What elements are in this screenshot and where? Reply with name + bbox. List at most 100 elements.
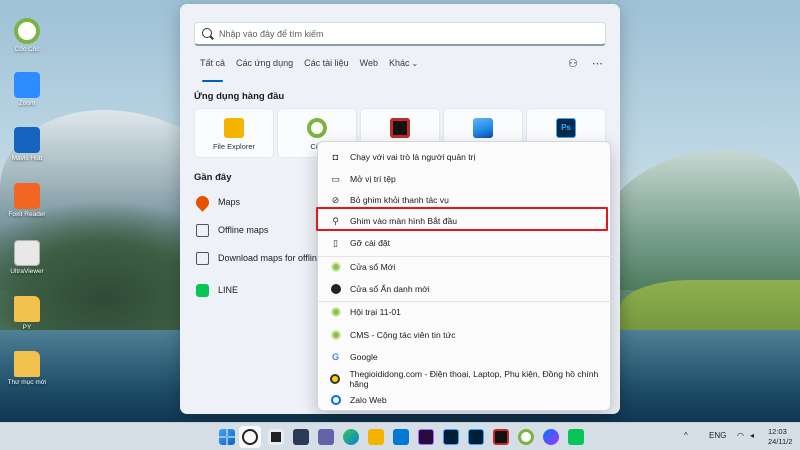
menu-item-run-as-admin[interactable]: ◘ Chạy với vai trò là người quản trị [324,147,606,167]
menu-item-hoi-trai[interactable]: Hội trại 11-01 [324,302,606,322]
recent-item-offline-maps[interactable]: Offline maps [196,218,268,242]
tile-label: File Explorer [212,142,256,151]
tab-web[interactable]: Web [360,58,378,78]
menu-item-zalo-web[interactable]: Zalo Web [324,390,606,410]
coccoc-icon[interactable] [518,429,534,445]
garena-icon[interactable] [493,429,509,445]
widgets-icon[interactable] [293,429,309,445]
top-apps-title: Ứng dụng hàng đầu [194,91,285,102]
desktop-icon-coccoc[interactable]: Cốc Cốc [4,18,50,54]
desktop-icon-zoom[interactable]: Zoom [4,72,50,108]
desktop-icon-label: UltraViewer [10,268,44,275]
clock[interactable]: 12:03 24/11/2 [768,427,792,447]
tab-all[interactable]: Tất cả [200,58,225,82]
desktop-icon-ultraviewer[interactable]: UltraViewer [4,240,50,276]
desktop-icon-label: Mavis Hub [11,155,43,162]
recent-item-download-maps[interactable]: Download maps for offline [196,246,322,270]
menu-item-label: Cửa sổ Ẩn danh mới [350,284,430,294]
trash-icon: ▯ [333,237,338,248]
menu-item-label: Gỡ cài đặt [350,238,391,248]
menu-item-label: Google [350,352,378,362]
taskbar-search-icon[interactable] [242,429,258,445]
task-view-icon[interactable] [268,429,284,445]
top-app-file-explorer[interactable]: File Explorer [194,108,274,158]
tab-apps[interactable]: Các ứng dụng [236,58,293,78]
coccoc-icon [330,307,341,318]
desktop-icon-label: Thư mục mới [7,379,47,386]
photoshop-icon[interactable] [468,429,484,445]
garena-icon [390,118,410,138]
tgdd-icon [330,374,341,385]
line-icon[interactable] [568,429,584,445]
tab-more-label: Khác [388,58,410,68]
more-options-icon[interactable]: ⋯ [592,57,603,70]
recent-item-line[interactable]: LINE [196,278,238,302]
wallpaper-grass [620,280,800,350]
menu-item-uninstall[interactable]: ▯ Gỡ cài đặt [324,233,606,253]
menu-item-label: Bỏ ghim khỏi thanh tác vụ [350,195,449,205]
recent-item-label: Download maps for offline [218,253,322,263]
lightroom-icon[interactable] [443,429,459,445]
coccoc-icon [330,330,341,341]
coccoc-icon [330,262,341,273]
mavis-icon [14,127,40,153]
search-input[interactable]: Nhập vào đây để tìm kiếm [194,22,606,46]
volume-icon[interactable]: ◂ [750,431,754,440]
tray-overflow-icon[interactable]: ^ [684,431,688,440]
tab-more[interactable]: Khác ⌄ [389,58,418,78]
desktop-icon-label: PY [22,324,32,331]
zoom-icon [14,72,40,98]
offline-map-icon [196,223,209,237]
unpin-icon: ⊘ [331,194,340,205]
incognito-icon [330,284,341,295]
recent-item-maps[interactable]: Maps [193,190,240,214]
chevron-down-icon: ⌄ [411,59,419,68]
share-icon[interactable]: ⚇ [568,57,578,70]
desktop-icon-py-folder[interactable]: PY [4,296,50,332]
start-button-icon[interactable] [219,429,235,445]
menu-item-open-file-location[interactable]: ▭ Mở vị trí tệp [324,169,606,189]
folder-icon [14,351,40,377]
menu-item-thegioididong[interactable]: Thegioididong.com - Điện thoại, Laptop, … [324,369,606,389]
folder-icon [14,296,40,322]
desktop-icon-foxit[interactable]: Foxit Reader [4,183,50,219]
menu-item-label: Thegioididong.com - Điện thoại, Laptop, … [349,369,599,389]
edge-icon[interactable] [343,429,359,445]
tab-documents[interactable]: Các tài liệu [304,58,349,78]
messenger-icon[interactable] [543,429,559,445]
menu-item-label: CMS - Cộng tác viên tin tức [350,330,456,340]
menu-item-label: Hội trại 11-01 [350,307,401,317]
menu-item-label: Zalo Web [350,395,387,405]
tray-language[interactable]: ENG [709,431,726,440]
clock-date: 24/11/2 [768,437,793,446]
line-icon [196,283,209,297]
highlight-box [316,207,608,231]
menu-item-cms[interactable]: CMS - Cộng tác viên tin tức [324,325,606,345]
search-placeholder: Nhập vào đây để tìm kiếm [219,29,324,39]
teams-chat-icon[interactable] [318,429,334,445]
desktop-icon-label: Cốc Cốc [14,46,40,53]
photoshop-icon: Ps [556,118,576,138]
wallpaper-mountain-right [600,150,800,290]
context-menu: ◘ Chạy với vai trò là người quản trị ▭ M… [317,141,612,411]
wifi-icon[interactable]: ◠ [737,431,744,440]
desktop-icon-label: Zoom [18,100,36,107]
search-tabs: Tất cả Các ứng dụng Các tài liệu Web Khá… [200,58,418,82]
ultraviewer-icon [14,240,40,266]
coccoc-icon [307,118,327,138]
menu-item-new-window[interactable]: Cửa sổ Mới [324,257,606,277]
menu-item-google[interactable]: G Google [324,347,606,367]
map-pin-icon [193,192,212,212]
download-map-icon [196,251,209,265]
photos-icon [473,118,493,138]
zalo-icon [330,395,341,406]
desktop-icon-mavis[interactable]: Mavis Hub [4,127,50,163]
file-explorer-icon[interactable] [368,429,384,445]
premiere-icon[interactable] [418,429,434,445]
menu-item-label: Chạy với vai trò là người quản trị [350,152,476,162]
clock-time: 12:03 [768,427,787,436]
mail-icon[interactable] [393,429,409,445]
desktop-icon-new-folder[interactable]: Thư mục mới [4,351,50,387]
menu-item-new-incognito-window[interactable]: Cửa sổ Ẩn danh mới [324,279,606,299]
recent-item-label: Offline maps [218,225,269,235]
